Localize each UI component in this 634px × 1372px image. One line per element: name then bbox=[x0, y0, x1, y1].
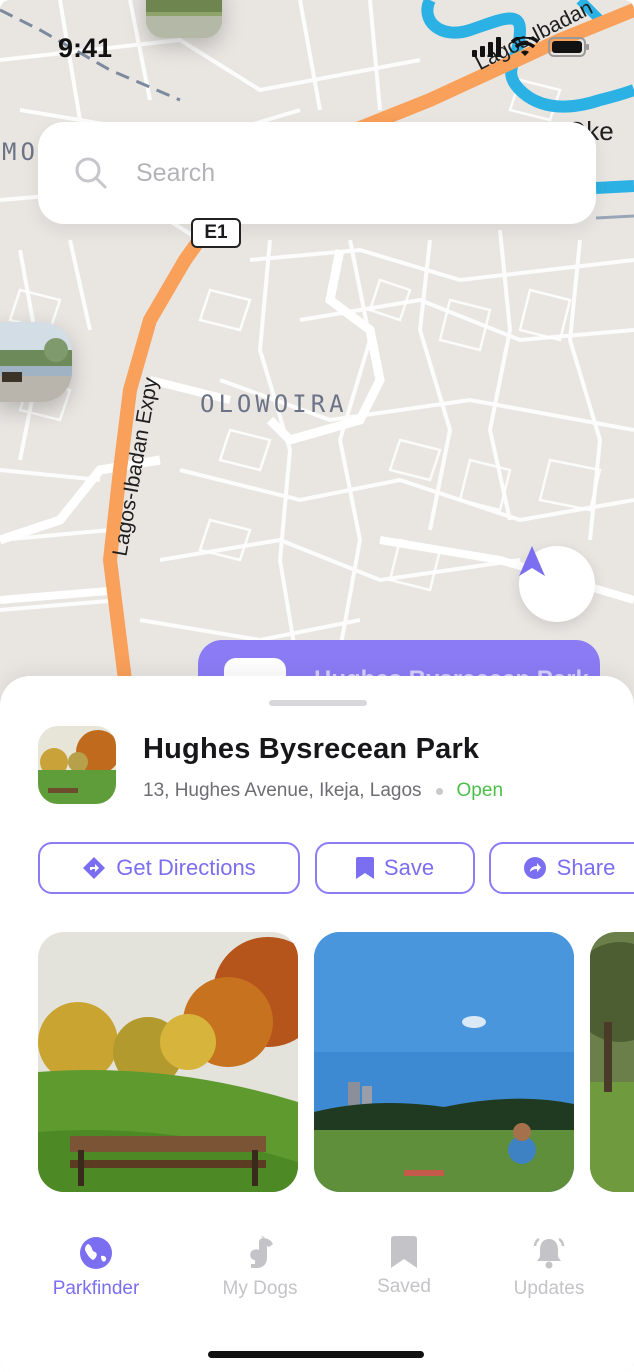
sheet-drag-handle[interactable] bbox=[269, 700, 367, 706]
tab-label: My Dogs bbox=[222, 1278, 298, 1299]
park-marker-image bbox=[0, 322, 72, 402]
wifi-icon bbox=[511, 37, 539, 56]
route-badge: E1 bbox=[191, 218, 241, 248]
dog-icon bbox=[250, 1236, 273, 1268]
locate-me-button[interactable] bbox=[519, 546, 595, 622]
park-details-sheet: Hughes Bysrecean Park 13, Hughes Avenue,… bbox=[0, 676, 634, 1372]
bookmark-icon bbox=[355, 857, 374, 879]
share-button[interactable]: Share bbox=[489, 842, 634, 894]
map-label-area: OLOWOIRA bbox=[200, 390, 348, 418]
tab-parkfinder[interactable]: Parkfinder bbox=[26, 1236, 166, 1300]
get-directions-label: Get Directions bbox=[116, 855, 256, 880]
get-directions-button[interactable]: Get Directions bbox=[38, 842, 300, 894]
save-label: Save bbox=[383, 855, 435, 880]
tab-saved[interactable]: Saved bbox=[334, 1236, 474, 1298]
home-indicator[interactable] bbox=[208, 1351, 424, 1358]
bookmark-icon bbox=[391, 1236, 417, 1268]
search-icon bbox=[75, 157, 107, 189]
park-photo-image bbox=[590, 932, 634, 1192]
park-photo-2[interactable] bbox=[314, 932, 574, 1192]
map-view[interactable]: OLOWOIRA Lagos-Ibadan Expy Lagos-Ibadan … bbox=[0, 0, 634, 720]
directions-icon bbox=[83, 857, 106, 879]
park-thumbnail bbox=[38, 726, 116, 804]
navigation-arrow-icon bbox=[519, 546, 545, 576]
bell-icon bbox=[533, 1237, 565, 1269]
tab-my-dogs[interactable]: My Dogs bbox=[190, 1236, 330, 1300]
park-address-row: 13, Hughes Avenue, Ikeja, Lagos Open bbox=[143, 780, 503, 802]
park-photo-image bbox=[38, 932, 298, 1192]
save-button[interactable]: Save bbox=[315, 842, 475, 894]
park-thumbnail-image bbox=[38, 726, 116, 804]
map-park-marker-left[interactable] bbox=[0, 322, 72, 402]
globe-icon bbox=[80, 1237, 112, 1269]
tab-label: Saved bbox=[377, 1276, 431, 1297]
tab-label: Parkfinder bbox=[52, 1278, 140, 1299]
park-photo-image bbox=[314, 932, 574, 1192]
search-bar[interactable]: Search bbox=[38, 122, 596, 224]
map-label-edge-left: MO bbox=[2, 138, 39, 166]
share-label: Share bbox=[556, 855, 616, 880]
separator-dot bbox=[435, 787, 443, 795]
tab-label: Updates bbox=[513, 1278, 585, 1299]
park-open-status: Open bbox=[456, 780, 504, 801]
park-photo-1[interactable] bbox=[38, 932, 298, 1192]
tab-updates[interactable]: Updates bbox=[479, 1236, 619, 1300]
status-time: 9:41 bbox=[58, 33, 113, 63]
app-screen: OLOWOIRA Lagos-Ibadan Expy Lagos-Ibadan … bbox=[0, 0, 634, 1372]
status-bar: 9:41 bbox=[0, 0, 634, 96]
bottom-tab-bar: Parkfinder My Dogs Saved Updates bbox=[0, 1236, 634, 1336]
park-name: Hughes Bysrecean Park bbox=[143, 733, 480, 765]
share-icon bbox=[523, 857, 546, 879]
cellular-signal-icon bbox=[472, 37, 501, 57]
park-address: 13, Hughes Avenue, Ikeja, Lagos bbox=[143, 780, 422, 801]
battery-icon bbox=[548, 37, 589, 57]
park-photo-3[interactable] bbox=[590, 932, 634, 1192]
status-icons bbox=[472, 37, 590, 57]
search-input[interactable]: Search bbox=[136, 159, 215, 188]
